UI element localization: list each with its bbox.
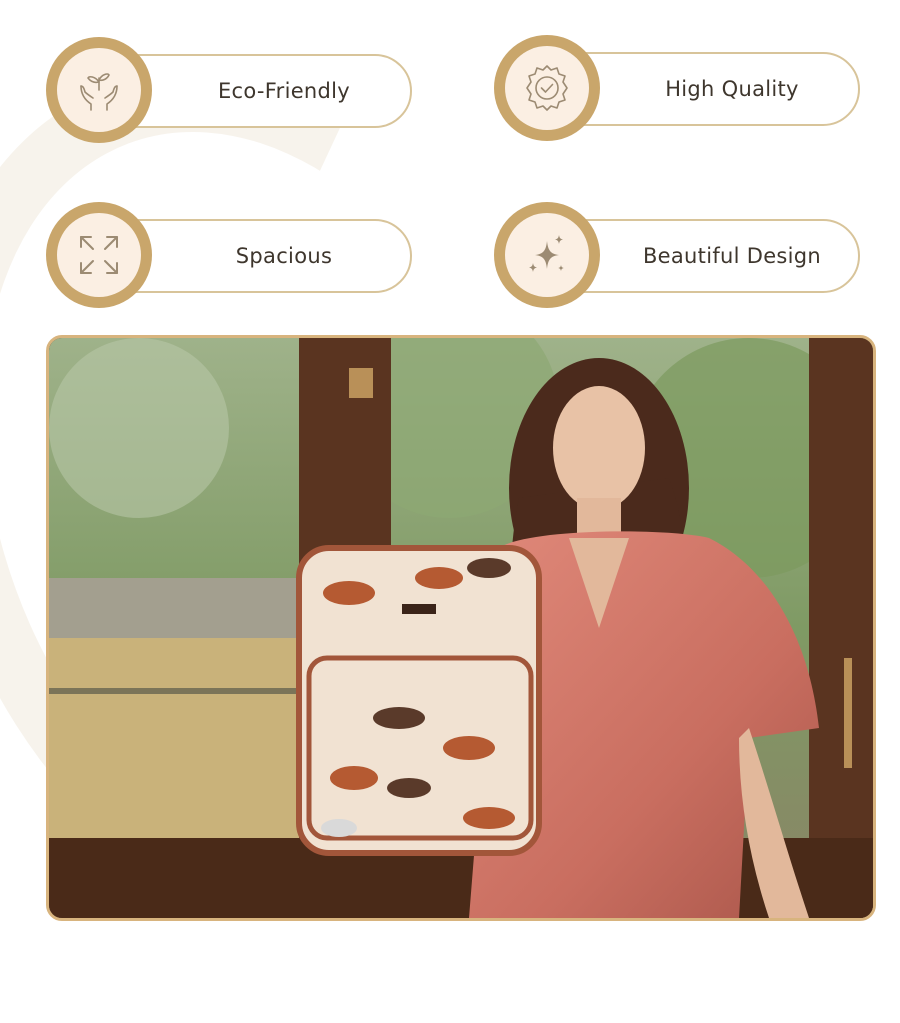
- feature-badge: [46, 37, 152, 143]
- sparkles-icon: [529, 235, 564, 272]
- feature-label: Spacious: [235, 244, 333, 268]
- feature-badge: [494, 35, 600, 141]
- product-photo: [46, 335, 876, 921]
- expand-arrows-icon: [80, 236, 118, 274]
- woman-with-horse-print-backpack-photo: [49, 338, 873, 918]
- quality-seal-check-icon: [526, 65, 568, 111]
- feature-beautiful-design: Beautiful Design: [494, 202, 860, 312]
- feature-label: Eco-Friendly: [217, 79, 351, 103]
- feature-badge: [46, 202, 152, 308]
- window-latch: [349, 368, 373, 398]
- feature-spacious: Spacious: [46, 202, 412, 312]
- feature-eco-friendly: Eco-Friendly: [46, 37, 412, 147]
- feature-badge: [494, 202, 600, 308]
- feature-high-quality: High Quality: [494, 35, 860, 145]
- hands-sprout-icon: [80, 73, 118, 111]
- feature-label: High Quality: [665, 77, 799, 101]
- feature-label: Beautiful Design: [642, 244, 822, 268]
